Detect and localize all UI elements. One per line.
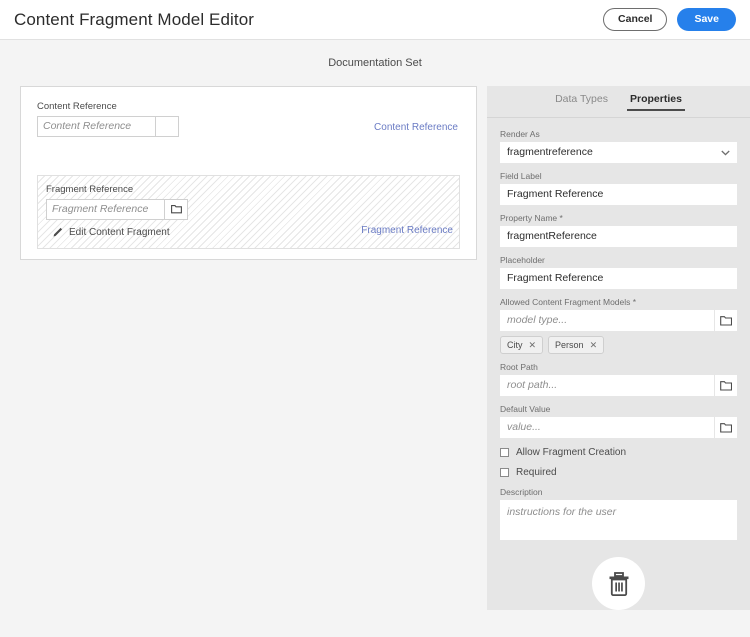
default-value-input[interactable]: value... xyxy=(500,417,714,438)
description-block: Description instructions for the user xyxy=(500,487,737,540)
render-as-label: Render As xyxy=(500,129,540,139)
folder-icon xyxy=(170,205,182,214)
required-row[interactable]: Required xyxy=(500,467,737,478)
tag-person[interactable]: Person ✕ xyxy=(548,336,605,354)
subtitle-bar: Documentation Set xyxy=(0,40,750,86)
cancel-button[interactable]: Cancel xyxy=(603,8,668,31)
tag-remove-icon[interactable]: ✕ xyxy=(590,340,598,350)
content-reference-browse-button[interactable] xyxy=(156,116,179,137)
default-value-block: Default Value value... xyxy=(500,404,737,438)
field-spacer xyxy=(37,141,460,159)
render-as-value: fragmentreference xyxy=(507,146,593,158)
default-value-browse-button[interactable] xyxy=(715,417,737,438)
allowed-models-tags: City ✕ Person ✕ xyxy=(500,336,737,354)
field-label: Fragment Reference xyxy=(46,184,134,195)
folder-icon xyxy=(720,315,732,326)
default-value-field: value... xyxy=(500,417,737,438)
field-label-input[interactable]: Fragment Reference xyxy=(500,184,737,205)
placeholder-input[interactable]: Fragment Reference xyxy=(500,268,737,289)
placeholder-label: Placeholder xyxy=(500,255,545,265)
field-label-label: Field Label xyxy=(500,171,542,181)
save-button[interactable]: Save xyxy=(677,8,736,31)
tag-city[interactable]: City ✕ xyxy=(500,336,544,354)
field-label-block: Field Label Fragment Reference xyxy=(500,171,737,205)
allow-fragment-creation-checkbox[interactable] xyxy=(500,448,509,457)
tab-data-types[interactable]: Data Types xyxy=(555,93,608,111)
description-label: Description xyxy=(500,487,543,497)
default-value-label: Default Value xyxy=(500,404,551,414)
field-type-link-content-reference[interactable]: Content Reference xyxy=(374,122,458,133)
app-header: Content Fragment Model Editor Cancel Sav… xyxy=(0,0,750,40)
properties-tablist: Data Types Properties xyxy=(487,86,750,117)
render-as-block: Render As fragmentreference xyxy=(500,129,737,163)
required-checkbox[interactable] xyxy=(500,468,509,477)
pencil-icon xyxy=(53,227,63,237)
root-path-label: Root Path xyxy=(500,362,538,372)
content-reference-input[interactable]: Content Reference xyxy=(37,116,156,137)
folder-icon xyxy=(720,422,732,433)
required-label: Required xyxy=(516,467,557,478)
header-actions: Cancel Save xyxy=(603,8,736,31)
fragment-reference-input[interactable]: Fragment Reference xyxy=(46,199,165,220)
placeholder-block: Placeholder Fragment Reference xyxy=(500,255,737,289)
properties-panel: Data Types Properties Render As fragment… xyxy=(487,86,750,610)
root-path-block: Root Path root path... xyxy=(500,362,737,396)
root-path-field: root path... xyxy=(500,375,737,396)
field-label: Content Reference xyxy=(37,101,117,112)
allow-fragment-creation-row[interactable]: Allow Fragment Creation xyxy=(500,447,737,458)
tag-label: City xyxy=(507,340,523,350)
form-builder-card: Content Reference Content Reference Cont… xyxy=(20,86,477,260)
form-canvas: Content Reference Content Reference Cont… xyxy=(0,86,487,637)
root-path-browse-button[interactable] xyxy=(715,375,737,396)
render-as-select[interactable]: fragmentreference xyxy=(500,142,737,163)
allowed-models-label: Allowed Content Fragment Models * xyxy=(500,297,637,307)
tag-remove-icon[interactable]: ✕ xyxy=(529,340,537,350)
folder-icon xyxy=(720,380,732,391)
field-type-link-fragment-reference[interactable]: Fragment Reference xyxy=(361,225,453,236)
form-field-fragment-reference[interactable]: Fragment Reference Fragment Reference Ed… xyxy=(37,175,460,249)
page-title: Content Fragment Model Editor xyxy=(14,9,255,29)
delete-field-button[interactable] xyxy=(592,557,645,610)
property-name-input[interactable]: fragmentReference xyxy=(500,226,737,247)
allowed-models-field: model type... xyxy=(500,310,737,331)
allowed-models-input[interactable]: model type... xyxy=(500,310,714,331)
field-input-group: Fragment Reference xyxy=(46,199,188,220)
delete-action-wrap xyxy=(500,557,737,610)
model-name-label: Documentation Set xyxy=(328,57,422,69)
allow-fragment-creation-label: Allow Fragment Creation xyxy=(516,447,627,458)
allowed-models-block: Allowed Content Fragment Models * model … xyxy=(500,297,737,354)
trash-icon xyxy=(609,571,628,596)
properties-form: Render As fragmentreference Field Label … xyxy=(487,118,750,610)
tab-properties[interactable]: Properties xyxy=(626,93,685,111)
tag-label: Person xyxy=(555,340,584,350)
allowed-models-browse-button[interactable] xyxy=(715,310,737,331)
field-input-group: Content Reference xyxy=(37,116,179,137)
property-name-block: Property Name * fragmentReference xyxy=(500,213,737,247)
form-field-content-reference[interactable]: Content Reference Content Reference Cont… xyxy=(37,101,460,141)
fragment-reference-browse-button[interactable] xyxy=(165,199,188,220)
editor-body: Content Reference Content Reference Cont… xyxy=(0,86,750,637)
edit-content-fragment-label: Edit Content Fragment xyxy=(69,227,170,238)
root-path-input[interactable]: root path... xyxy=(500,375,714,396)
description-textarea[interactable]: instructions for the user xyxy=(500,500,737,540)
chevron-down-icon xyxy=(721,150,730,156)
property-name-label: Property Name * xyxy=(500,213,563,223)
